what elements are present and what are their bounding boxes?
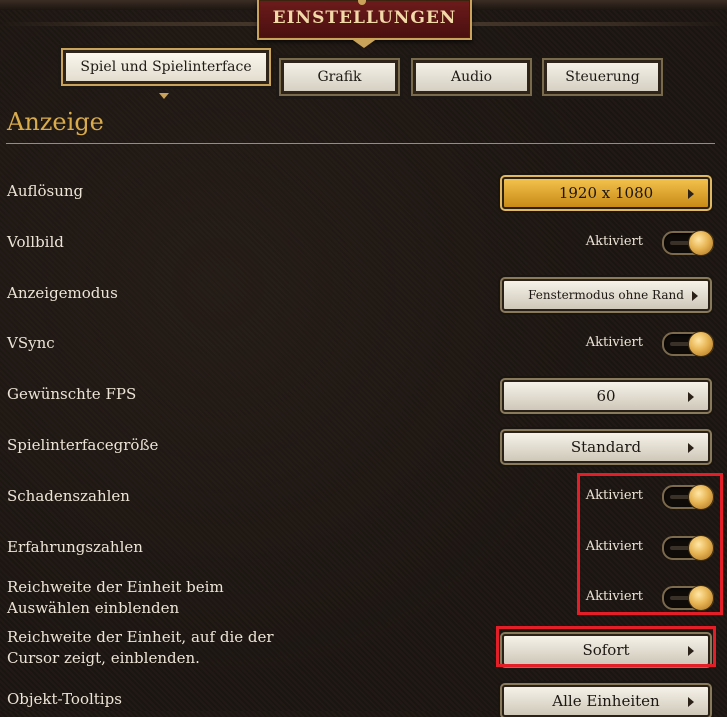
- toggle-knob-icon: [688, 230, 714, 256]
- ui-size-select[interactable]: Standard: [500, 429, 712, 465]
- page-title: EINSTELLUNGEN: [272, 8, 457, 28]
- unit-range-cursor-label-line1: Reichweite der Einheit, auf die der: [7, 628, 274, 646]
- resolution-select[interactable]: 1920 x 1080: [500, 175, 712, 211]
- object-tooltips-value: Alle Einheiten: [552, 692, 660, 710]
- ui-size-value: Standard: [570, 438, 642, 456]
- object-tooltips-label: Objekt-Tooltips: [7, 690, 122, 708]
- tab-graphics[interactable]: Grafik: [279, 58, 400, 96]
- section-title: Anzeige: [7, 108, 104, 136]
- unit-range-select-label: Reichweite der Einheit beim Auswählen ei…: [7, 577, 224, 619]
- vsync-toggle[interactable]: [662, 331, 714, 357]
- fps-label: Gewünschte FPS: [7, 385, 137, 403]
- unit-range-cursor-label-line2: Cursor zeigt, einblenden.: [7, 649, 200, 667]
- tab-label: Steuerung: [565, 69, 640, 85]
- tab-audio[interactable]: Audio: [411, 58, 532, 96]
- highlight-select-box: [496, 626, 716, 667]
- fullscreen-status: Aktiviert: [585, 234, 643, 249]
- fps-select[interactable]: 60: [500, 378, 712, 414]
- chevron-right-icon: [688, 189, 694, 199]
- fps-value: 60: [596, 387, 616, 405]
- chevron-right-icon: [692, 291, 698, 301]
- object-tooltips-select[interactable]: Alle Einheiten: [500, 683, 712, 717]
- display-mode-value: Fenstermodus ohne Rand: [528, 288, 684, 302]
- fullscreen-label: Vollbild: [7, 233, 64, 251]
- highlight-toggles-box: [577, 473, 723, 615]
- vsync-label: VSync: [7, 334, 55, 352]
- tab-label: Spiel und Spielinterface: [80, 59, 252, 75]
- tab-label: Audio: [451, 69, 492, 85]
- vsync-status: Aktiviert: [585, 335, 643, 350]
- toggle-knob-icon: [688, 331, 714, 357]
- chevron-right-icon: [688, 392, 694, 402]
- unit-range-cursor-label: Reichweite der Einheit, auf die der Curs…: [7, 627, 274, 669]
- ui-size-label: Spielinterfacegröße: [7, 436, 159, 454]
- resolution-label: Auflösung: [7, 182, 84, 200]
- resolution-value: 1920 x 1080: [558, 184, 654, 202]
- tab-game-interface[interactable]: Spiel und Spielinterface: [61, 48, 271, 86]
- tab-label: Grafik: [317, 69, 362, 85]
- chevron-right-icon: [688, 443, 694, 453]
- damage-numbers-label: Schadenszahlen: [7, 487, 130, 505]
- chevron-right-icon: [688, 697, 694, 707]
- display-mode-label: Anzeigemodus: [7, 284, 118, 302]
- section-divider: [6, 143, 715, 144]
- xp-numbers-label: Erfahrungszahlen: [7, 538, 143, 556]
- banner-point-icon: [350, 38, 378, 48]
- active-tab-caret-icon: [159, 93, 169, 99]
- tab-controls[interactable]: Steuerung: [542, 58, 663, 96]
- unit-range-select-label-line2: Auswählen einblenden: [7, 599, 180, 617]
- settings-banner: EINSTELLUNGEN: [257, 0, 472, 40]
- unit-range-select-label-line1: Reichweite der Einheit beim: [7, 578, 224, 596]
- fullscreen-toggle[interactable]: [662, 230, 714, 256]
- display-mode-select[interactable]: Fenstermodus ohne Rand: [500, 277, 712, 313]
